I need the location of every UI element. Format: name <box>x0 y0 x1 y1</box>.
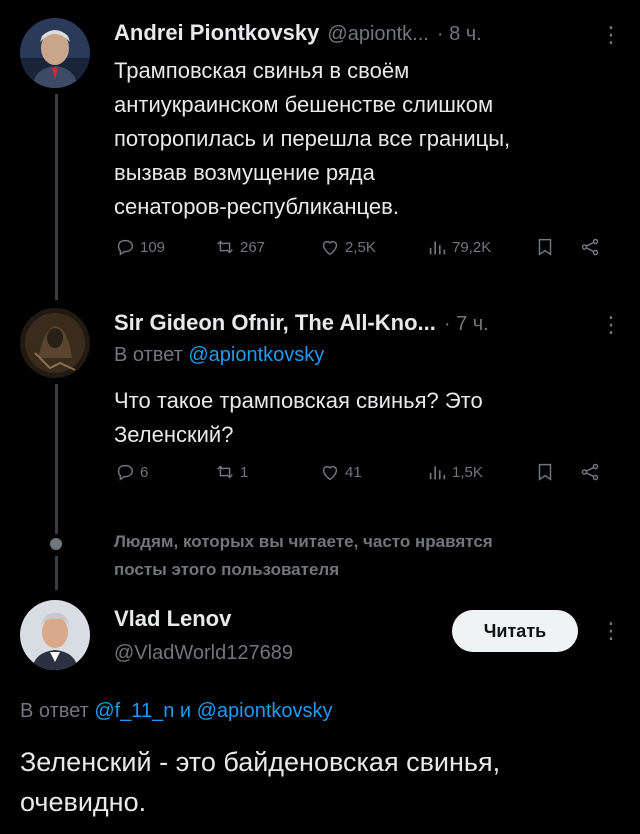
heart-icon <box>322 465 338 481</box>
reply-count: 109 <box>140 238 166 256</box>
retweet-count: 1 <box>240 463 249 481</box>
more-options-icon[interactable]: ⋮ <box>600 22 622 48</box>
text-line: Зеленский - это байденовская свинья, <box>20 747 501 777</box>
author-handle[interactable]: @apiontk... <box>327 23 428 46</box>
tweet-header: Andrei Piontkovsky @apiontk... · 8 ч. <box>114 20 614 50</box>
retweet-icon <box>217 240 233 254</box>
text-line: очевидно. <box>20 787 147 817</box>
post-text: Зеленский - это байденовская свинья, оче… <box>20 742 630 822</box>
avatar[interactable] <box>20 18 90 88</box>
retweet-button[interactable]: 1 <box>214 461 248 483</box>
share-button[interactable] <box>579 461 601 483</box>
heart-icon <box>322 240 338 256</box>
like-button[interactable]: 2,5K <box>319 236 376 258</box>
text-line: вызвав возмущение ряда <box>114 160 375 185</box>
retweet-button[interactable]: 267 <box>214 236 265 258</box>
reply-to-link[interactable]: @f_11_n <box>94 700 174 722</box>
text-line: Что такое трамповская свинья? Это <box>114 388 483 413</box>
reply-button[interactable]: 109 <box>114 236 165 258</box>
reply-icon <box>117 239 134 256</box>
follow-button[interactable]: Читать <box>452 610 578 652</box>
bookmark-button[interactable] <box>534 461 556 483</box>
retweet-count: 267 <box>240 238 266 256</box>
reply-icon <box>117 464 134 481</box>
reply-to-link[interactable]: @apiontkovsky <box>197 700 333 722</box>
text-line: сенаторов-республиканцев. <box>114 194 399 219</box>
suggestion-line: Людям, которых вы читаете, часто нравятс… <box>114 532 493 551</box>
avatar[interactable] <box>20 600 90 670</box>
reply-count: 6 <box>140 463 149 481</box>
tweet-header: Sir Gideon Ofnir, The All-Kno... · 7 ч. <box>114 310 604 340</box>
more-options-icon[interactable]: ⋮ <box>600 618 622 644</box>
views-button[interactable]: 1,5K <box>426 461 483 483</box>
thread-line-3 <box>55 556 58 590</box>
bookmark-icon <box>538 238 552 256</box>
thread-line-1 <box>55 94 58 300</box>
share-button[interactable] <box>579 236 601 258</box>
thread-line-2 <box>55 384 58 534</box>
like-count: 41 <box>345 463 362 481</box>
avatar-image-piontkovsky <box>20 18 90 88</box>
text-line: поторопилась и перешла все границы, <box>114 126 511 151</box>
view-count: 1,5K <box>452 463 483 481</box>
suggestion-dot <box>50 538 62 550</box>
reply-context: В ответ @apiontkovsky <box>114 344 324 367</box>
suggestion-line: посты этого пользователя <box>114 560 340 579</box>
avatar[interactable] <box>20 308 90 378</box>
like-count: 2,5K <box>345 238 376 256</box>
more-options-icon[interactable]: ⋮ <box>600 312 622 338</box>
text-line: Зеленский? <box>114 422 234 447</box>
author-name[interactable]: Andrei Piontkovsky <box>114 20 319 46</box>
retweet-icon <box>217 465 233 479</box>
tweet-text: Что такое трамповская свинья? Это Зеленс… <box>114 384 624 452</box>
suggestion-notice: Людям, которых вы читаете, часто нравятс… <box>114 528 493 584</box>
share-icon <box>581 238 599 256</box>
views-icon <box>429 241 446 255</box>
reply-context: В ответ @f_11_n и @apiontkovsky <box>20 700 333 723</box>
text-line: Трамповская свинья в своём <box>114 58 410 83</box>
author-name[interactable]: Vlad Lenov <box>114 606 231 632</box>
reply-and: и <box>179 700 192 722</box>
author-handle[interactable]: @VladWorld127689 <box>114 642 293 665</box>
avatar-image-gideon <box>20 308 90 378</box>
post-time[interactable]: · 7 ч. <box>444 313 489 336</box>
avatar-image-vlad <box>20 600 90 670</box>
views-button[interactable]: 79,2K <box>426 236 491 258</box>
views-icon <box>429 466 446 480</box>
like-button[interactable]: 41 <box>319 461 362 483</box>
reply-prefix: В ответ <box>20 700 89 722</box>
view-count: 79,2K <box>452 238 492 256</box>
bookmark-button[interactable] <box>534 236 556 258</box>
share-icon <box>581 463 599 481</box>
author-name[interactable]: Sir Gideon Ofnir, The All-Kno... <box>114 310 436 336</box>
reply-prefix: В ответ <box>114 344 183 366</box>
reply-button[interactable]: 6 <box>114 461 148 483</box>
post-time[interactable]: · 8 ч. <box>437 23 482 46</box>
reply-to-link[interactable]: @apiontkovsky <box>188 344 324 366</box>
text-line: антиукраинском бешенстве слишком <box>114 92 494 117</box>
bookmark-icon <box>538 463 552 481</box>
tweet-text: Трамповская свинья в своём антиукраинско… <box>114 54 624 224</box>
